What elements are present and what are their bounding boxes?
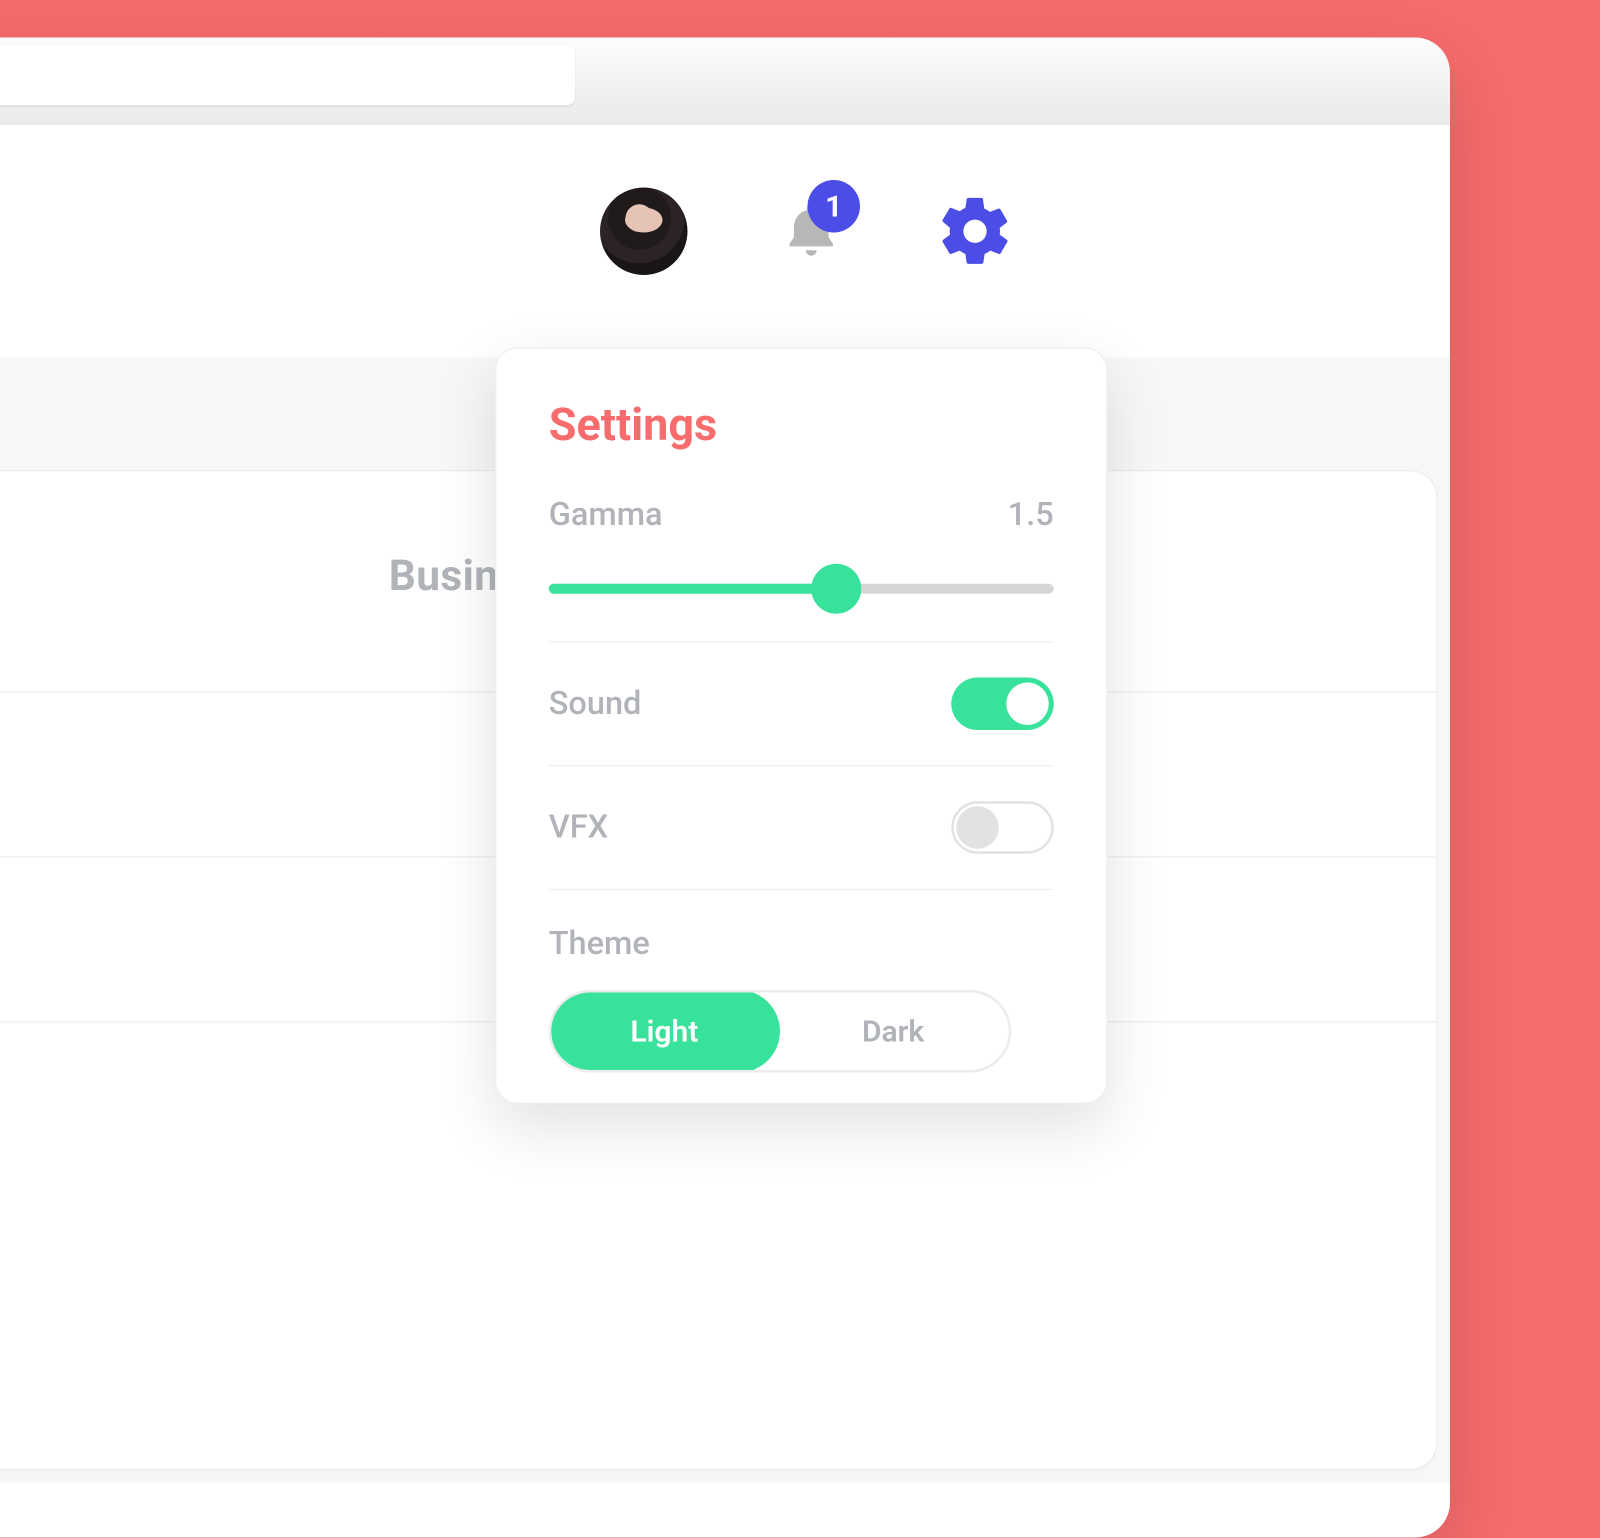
settings-panel: Settings Gamma 1.5 Sound <box>495 348 1108 1104</box>
setting-sound: Sound <box>549 643 1054 767</box>
vfx-label: VFX <box>549 809 608 847</box>
gamma-value: 1.5 <box>1008 496 1054 534</box>
app-window: 1 Busin Settings Gamma 1.5 <box>0 38 1450 1538</box>
notification-badge: 1 <box>808 180 861 233</box>
gear-icon[interactable] <box>935 191 1015 271</box>
vfx-toggle[interactable] <box>951 801 1054 854</box>
url-bar[interactable] <box>0 45 575 105</box>
setting-theme: Theme Light Dark <box>549 890 1054 1073</box>
theme-option-light[interactable]: Light <box>549 990 780 1073</box>
theme-segmented[interactable]: Light Dark <box>549 990 1012 1073</box>
settings-title: Settings <box>549 399 1054 452</box>
slider-fill <box>549 584 837 594</box>
theme-label: Theme <box>549 925 650 963</box>
setting-vfx: VFX <box>549 766 1054 890</box>
top-bar: 1 <box>0 125 1450 358</box>
theme-option-dark[interactable]: Dark <box>778 993 1009 1071</box>
toggle-knob <box>1006 683 1049 726</box>
sound-label: Sound <box>549 685 642 723</box>
setting-gamma: Gamma 1.5 <box>549 496 1054 642</box>
card-title: Busin <box>389 551 499 601</box>
gamma-label: Gamma <box>549 496 663 534</box>
gamma-slider[interactable] <box>549 569 1054 607</box>
sound-toggle[interactable] <box>951 678 1054 731</box>
toggle-knob <box>956 806 999 849</box>
avatar[interactable] <box>600 188 688 276</box>
slider-knob[interactable] <box>812 564 862 614</box>
notifications-button[interactable]: 1 <box>768 188 856 276</box>
